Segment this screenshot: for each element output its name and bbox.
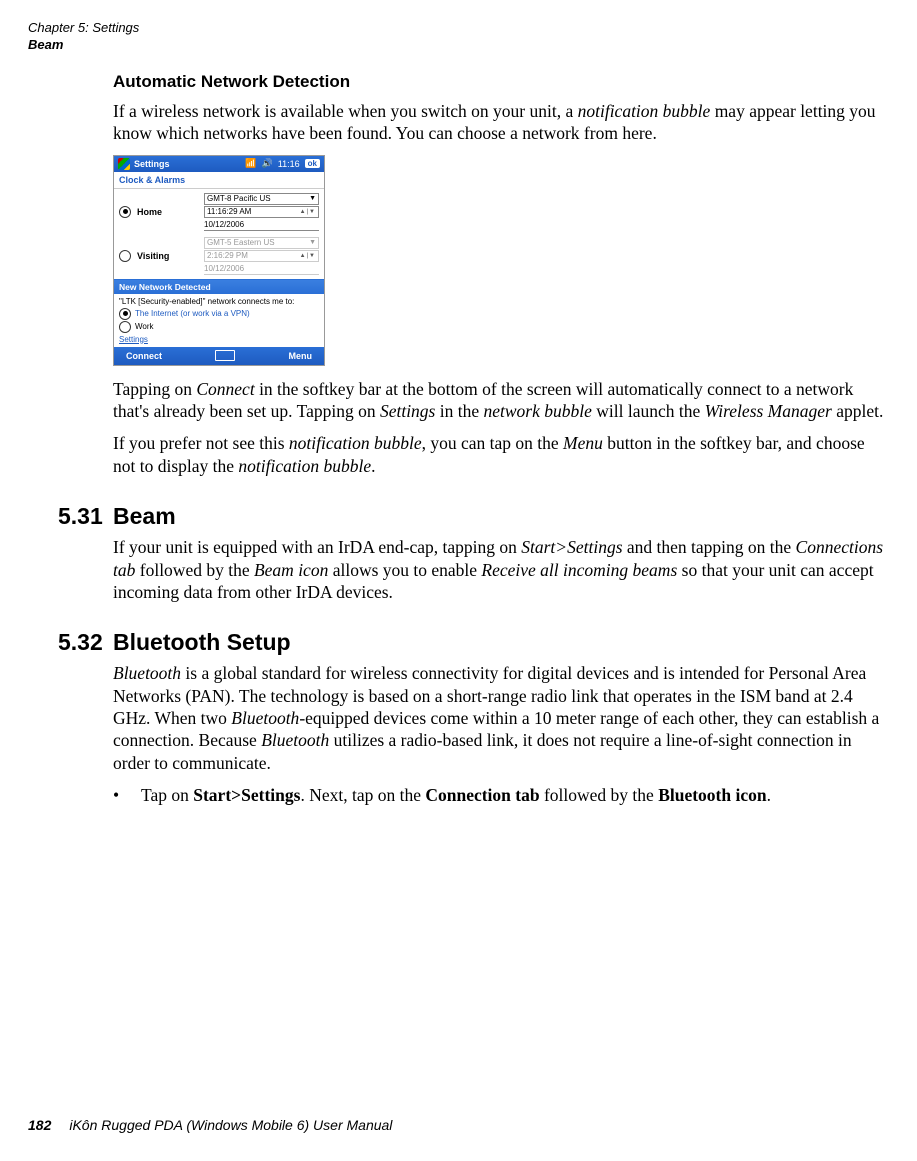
auto-para-2: Tapping on Connect in the softkey bar at… — [113, 378, 884, 423]
auto-para-3: If you prefer not see this notification … — [113, 432, 884, 477]
work-option: Work — [135, 322, 154, 332]
network-popup: New Network Detected "LTK [Security-enab… — [114, 279, 324, 347]
settings-link[interactable]: Settings — [119, 335, 148, 344]
bluetooth-para: Bluetooth is a global standard for wirel… — [113, 662, 884, 774]
bullet-icon: • — [113, 784, 141, 806]
visiting-date-field[interactable]: 10/12/2006 — [204, 263, 319, 275]
bluetooth-bullet: • Tap on Start>Settings. Next, tap on th… — [113, 784, 884, 806]
ok-button[interactable]: ok — [305, 159, 320, 168]
home-label: Home — [137, 207, 162, 217]
signal-icon: 📶 — [245, 158, 256, 169]
auto-network-heading: Automatic Network Detection — [113, 72, 884, 92]
device-titlebar: Settings 📶 🔊 11:16 ok — [114, 156, 324, 172]
softkey-bar: Connect Menu — [114, 347, 324, 365]
beam-section-title: Beam — [113, 503, 176, 530]
visiting-tz-dropdown[interactable]: GMT-5 Eastern US▼ — [204, 237, 319, 249]
auto-para-1: If a wireless network is available when … — [113, 100, 884, 145]
page-footer: 182 iKôn Rugged PDA (Windows Mobile 6) Us… — [28, 1117, 392, 1133]
popup-message: "LTK [Security-enabled]" network connect… — [119, 297, 319, 307]
home-tz-dropdown[interactable]: GMT-8 Pacific US▼ — [204, 193, 319, 205]
beam-heading-row: 5.31 Beam — [58, 503, 884, 530]
bluetooth-section-number: 5.32 — [58, 629, 113, 656]
spinner-arrows-icon: ▲|▼ — [300, 209, 316, 215]
beam-para: If your unit is equipped with an IrDA en… — [113, 536, 884, 603]
book-title: iKôn Rugged PDA (Windows Mobile 6) User … — [69, 1117, 392, 1133]
speaker-icon: 🔊 — [262, 158, 273, 169]
device-title: Settings — [134, 159, 170, 169]
beam-section-number: 5.31 — [58, 503, 113, 530]
bluetooth-section-title: Bluetooth Setup — [113, 629, 291, 656]
connect-softkey[interactable]: Connect — [126, 351, 162, 361]
menu-softkey[interactable]: Menu — [289, 351, 313, 361]
internet-option: The Internet (or work via a VPN) — [135, 309, 250, 319]
spinner-arrows-icon: ▲|▼ — [300, 253, 316, 259]
visiting-time-spinner[interactable]: 2:16:29 PM▲|▼ — [204, 250, 319, 262]
device-screenshot: Settings 📶 🔊 11:16 ok Clock & Alarms Hom… — [113, 155, 325, 366]
home-radio[interactable] — [119, 206, 131, 218]
start-flag-icon — [118, 158, 130, 170]
running-header: Chapter 5: Settings Beam — [28, 20, 889, 54]
header-chapter: Chapter 5: Settings — [28, 20, 889, 37]
chevron-down-icon: ▼ — [309, 239, 316, 246]
visiting-radio[interactable] — [119, 250, 131, 262]
header-section: Beam — [28, 37, 889, 54]
work-radio[interactable] — [119, 321, 131, 333]
popup-title: New Network Detected — [114, 280, 324, 294]
keyboard-icon[interactable] — [215, 350, 235, 361]
clock-alarms-tab[interactable]: Clock & Alarms — [114, 172, 324, 189]
home-date-field[interactable]: 10/12/2006 — [204, 219, 319, 231]
chevron-down-icon: ▼ — [309, 195, 316, 202]
internet-radio[interactable] — [119, 308, 131, 320]
page-number: 182 — [28, 1117, 51, 1133]
device-time: 11:16 — [278, 159, 300, 169]
bluetooth-heading-row: 5.32 Bluetooth Setup — [58, 629, 884, 656]
home-time-spinner[interactable]: 11:16:29 AM▲|▼ — [204, 206, 319, 218]
visiting-label: Visiting — [137, 251, 169, 261]
